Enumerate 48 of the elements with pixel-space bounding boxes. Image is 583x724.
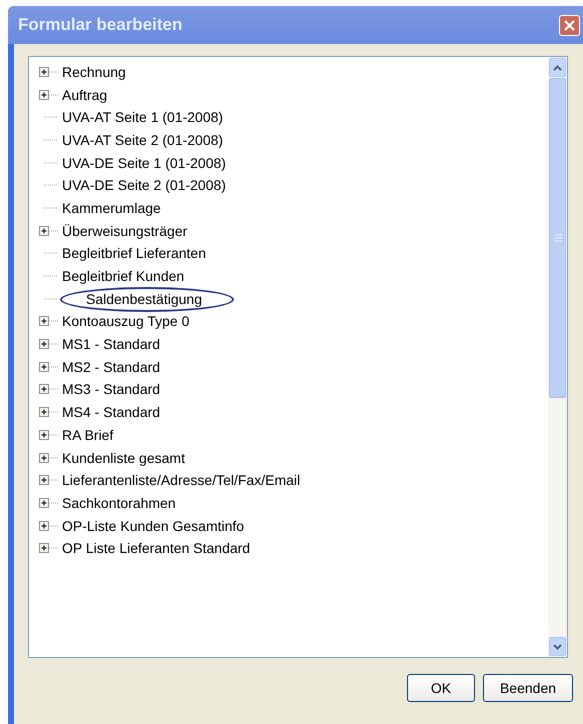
expand-icon[interactable] bbox=[39, 407, 58, 418]
tree-item[interactable]: Überweisungsträger bbox=[60, 220, 190, 242]
tree-item[interactable]: MS4 - Standard bbox=[60, 402, 162, 424]
scrollbar[interactable] bbox=[548, 57, 567, 657]
tree-item[interactable]: MS2 - Standard bbox=[60, 356, 162, 378]
close-icon bbox=[564, 20, 575, 30]
scroll-thumb[interactable] bbox=[549, 78, 566, 398]
tree-item[interactable]: Rechnung bbox=[60, 62, 128, 83]
tree-item[interactable]: Auftrag bbox=[60, 84, 110, 106]
expand-icon[interactable] bbox=[39, 452, 58, 464]
tree-item[interactable]: Kontoauszug Type 0 bbox=[60, 311, 192, 332]
tree-item[interactable]: UVA-AT Seite 2 (01-2008) bbox=[60, 130, 226, 151]
tree-item[interactable]: Kammerumlage bbox=[60, 198, 163, 219]
expand-icon[interactable] bbox=[39, 498, 58, 509]
grip-icon bbox=[554, 234, 562, 242]
expand-icon[interactable] bbox=[39, 475, 58, 486]
expand-icon[interactable] bbox=[39, 316, 58, 328]
tree-item[interactable]: Lieferantenliste/Adresse/Tel/Fax/Email bbox=[60, 470, 302, 492]
tree-item[interactable]: UVA-DE Seite 2 (01-2008) bbox=[60, 175, 228, 196]
chevron-down-icon bbox=[553, 644, 562, 650]
expand-icon[interactable] bbox=[39, 226, 58, 237]
tree-item[interactable]: OP Liste Lieferanten Standard bbox=[60, 538, 252, 560]
chevron-up-icon bbox=[553, 64, 562, 70]
tree-item[interactable]: MS1 - Standard bbox=[60, 334, 162, 356]
scroll-down-button[interactable] bbox=[549, 637, 566, 656]
tree-item[interactable]: Sachkontorahmen bbox=[60, 492, 178, 514]
tree-item[interactable]: OP-Liste Kunden Gesamtinfo bbox=[60, 516, 246, 537]
close-button[interactable] bbox=[559, 14, 580, 36]
tree-item[interactable]: RA Brief bbox=[60, 424, 116, 446]
expand-icon[interactable] bbox=[39, 90, 58, 101]
tree-item[interactable]: MS3 - Standard bbox=[60, 379, 162, 400]
expand-icon[interactable] bbox=[39, 430, 58, 441]
expand-icon[interactable] bbox=[39, 520, 58, 532]
expand-icon[interactable] bbox=[39, 384, 58, 396]
tree-item[interactable]: Kundenliste gesamt bbox=[60, 448, 187, 469]
tree-item[interactable]: UVA-AT Seite 1 (01-2008) bbox=[60, 107, 226, 128]
tree-item[interactable]: UVA-DE Seite 1 (01-2008) bbox=[60, 152, 228, 174]
tree-item[interactable]: Begleitbrief Kunden bbox=[60, 266, 186, 288]
dialog-button[interactable]: Beenden bbox=[483, 674, 573, 702]
expand-icon[interactable] bbox=[39, 339, 58, 350]
expand-icon[interactable] bbox=[39, 362, 58, 373]
window-title: Formular bearbeiten bbox=[18, 14, 182, 36]
dialog-button[interactable]: OK bbox=[407, 674, 475, 702]
expand-icon[interactable] bbox=[39, 543, 58, 554]
tree-item[interactable]: Begleitbrief Lieferanten bbox=[60, 243, 208, 264]
scroll-up-button[interactable] bbox=[549, 58, 566, 77]
tree-item[interactable]: Saldenbestätigung bbox=[60, 286, 234, 312]
expand-icon[interactable] bbox=[39, 66, 58, 78]
